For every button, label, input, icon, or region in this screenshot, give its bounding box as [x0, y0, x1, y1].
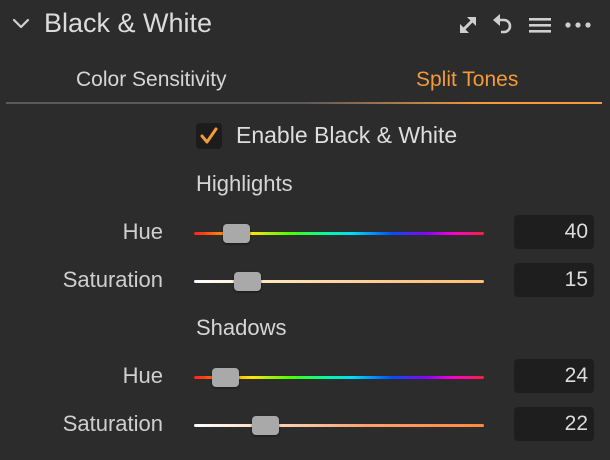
tab-underline	[6, 102, 602, 104]
checkmark-icon	[200, 127, 218, 144]
highlights-saturation-value: 15	[564, 268, 588, 291]
highlights-saturation-value-field[interactable]: 15	[514, 263, 594, 297]
panel-title: Black & White	[44, 8, 213, 38]
highlights-heading: Highlights	[196, 171, 293, 196]
expand-arrows-icon[interactable]	[456, 13, 480, 37]
panel-header: Black & White	[0, 0, 610, 50]
shadows-hue-value-field[interactable]: 24	[514, 359, 594, 393]
highlights-hue-label: Hue	[122, 219, 163, 244]
highlights-hue-slider-thumb[interactable]	[223, 224, 250, 243]
shadows-saturation-slider[interactable]	[194, 424, 484, 427]
tab-color-sensitivity[interactable]: Color Sensitivity	[76, 68, 227, 92]
black-and-white-panel: Black & White Color Sensitivity Split To…	[0, 0, 610, 460]
shadows-saturation-value: 22	[564, 412, 588, 435]
chevron-down-icon[interactable]	[10, 12, 32, 34]
enable-black-white-checkbox[interactable]	[196, 123, 222, 149]
reset-undo-icon[interactable]	[490, 13, 514, 37]
shadows-hue-slider-thumb[interactable]	[212, 368, 239, 387]
highlights-saturation-slider-thumb[interactable]	[234, 272, 261, 291]
menu-lines-icon[interactable]	[528, 13, 552, 37]
shadows-saturation-slider-thumb[interactable]	[252, 416, 279, 435]
shadows-heading: Shadows	[196, 315, 287, 340]
tab-split-tones[interactable]: Split Tones	[416, 68, 518, 92]
highlights-hue-value-field[interactable]: 40	[514, 215, 594, 249]
shadows-hue-label: Hue	[122, 363, 163, 388]
shadows-saturation-label: Saturation	[62, 411, 163, 436]
more-dots-icon[interactable]	[564, 13, 591, 37]
highlights-hue-value: 40	[564, 220, 588, 243]
shadows-hue-value: 24	[564, 364, 588, 387]
highlights-saturation-label: Saturation	[62, 267, 163, 292]
shadows-saturation-value-field[interactable]: 22	[514, 407, 594, 441]
enable-black-white-label[interactable]: Enable Black & White	[236, 122, 457, 149]
